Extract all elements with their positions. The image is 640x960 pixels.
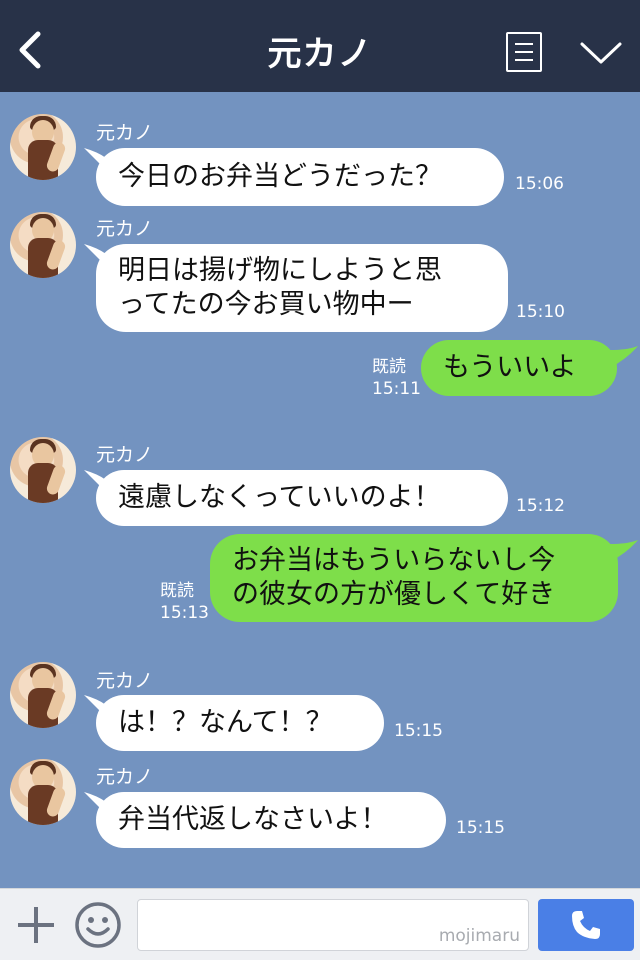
list-icon-line bbox=[515, 43, 533, 45]
sender-name: 元カノ bbox=[96, 218, 154, 240]
chevron-down-button[interactable] bbox=[578, 34, 624, 70]
chat-title: 元カノ bbox=[267, 34, 373, 74]
message-bubble[interactable]: 明日は揚げ物にしようと思 ってたの今お買い物中ー bbox=[96, 244, 508, 332]
message-bubble[interactable]: もういいよ bbox=[421, 340, 617, 396]
plus-icon bbox=[18, 907, 54, 943]
composer-bar: mojimaru bbox=[0, 888, 640, 960]
list-icon-line bbox=[515, 59, 533, 61]
read-label: 既読 bbox=[160, 581, 194, 601]
message-time: 15:12 bbox=[516, 496, 565, 516]
phone-icon bbox=[572, 911, 600, 939]
message-text-line: 明日は揚げ物にしようと思 bbox=[118, 255, 442, 286]
emoji-button[interactable] bbox=[74, 901, 122, 949]
message-time: 15:15 bbox=[394, 721, 443, 741]
message-time: 15:06 bbox=[515, 174, 564, 194]
message-text-line: の彼女の方が優しくて好き bbox=[232, 579, 556, 610]
message-bubble[interactable]: は！？なんて！？ bbox=[96, 695, 384, 751]
message-text: 今日のお弁当どうだった？ bbox=[118, 161, 442, 192]
message-text-line: お弁当はもういらないし今 bbox=[232, 545, 556, 576]
avatar[interactable] bbox=[10, 759, 76, 825]
message-bubble[interactable]: 弁当代返しなさいよ！ bbox=[96, 792, 446, 848]
sender-name: 元カノ bbox=[96, 122, 154, 144]
sender-name: 元カノ bbox=[96, 670, 154, 692]
message-text-line: ってたの今お買い物中ー bbox=[118, 289, 414, 320]
add-button[interactable] bbox=[14, 903, 58, 947]
avatar[interactable] bbox=[10, 662, 76, 728]
menu-button[interactable] bbox=[506, 32, 542, 72]
message-time: 15:15 bbox=[456, 818, 505, 838]
message-text: 遠慮しなくっていいのよ！ bbox=[118, 482, 441, 513]
read-receipt: 既読 15:11 bbox=[372, 356, 421, 400]
message-text: もういいよ bbox=[443, 352, 577, 383]
message-bubble[interactable]: 今日のお弁当どうだった？ bbox=[96, 148, 504, 206]
chevron-down-icon bbox=[580, 42, 622, 64]
read-receipt: 既読 15:13 bbox=[160, 580, 209, 624]
smile-icon bbox=[75, 902, 121, 948]
message-text: 弁当代返しなさいよ！ bbox=[118, 804, 388, 835]
bubble-tail bbox=[610, 540, 638, 562]
message-bubble[interactable]: 遠慮しなくっていいのよ！ bbox=[96, 470, 508, 526]
message-time: 15:11 bbox=[372, 379, 421, 399]
list-icon-line bbox=[515, 51, 533, 53]
watermark: mojimaru bbox=[438, 926, 520, 946]
message-bubble[interactable]: お弁当はもういらないし今 の彼女の方が優しくて好き bbox=[210, 534, 618, 622]
avatar[interactable] bbox=[10, 437, 76, 503]
chat-header: 元カノ bbox=[0, 0, 640, 92]
message-input[interactable]: mojimaru bbox=[137, 899, 529, 951]
avatar[interactable] bbox=[10, 212, 76, 278]
call-button[interactable] bbox=[538, 899, 634, 951]
message-time: 15:10 bbox=[516, 302, 565, 322]
read-label: 既読 bbox=[372, 357, 406, 377]
sender-name: 元カノ bbox=[96, 766, 154, 788]
bubble-tail bbox=[610, 346, 638, 368]
sender-name: 元カノ bbox=[96, 444, 154, 466]
message-time: 15:13 bbox=[160, 603, 209, 623]
avatar[interactable] bbox=[10, 114, 76, 180]
message-text: は！？なんて！？ bbox=[118, 707, 333, 738]
